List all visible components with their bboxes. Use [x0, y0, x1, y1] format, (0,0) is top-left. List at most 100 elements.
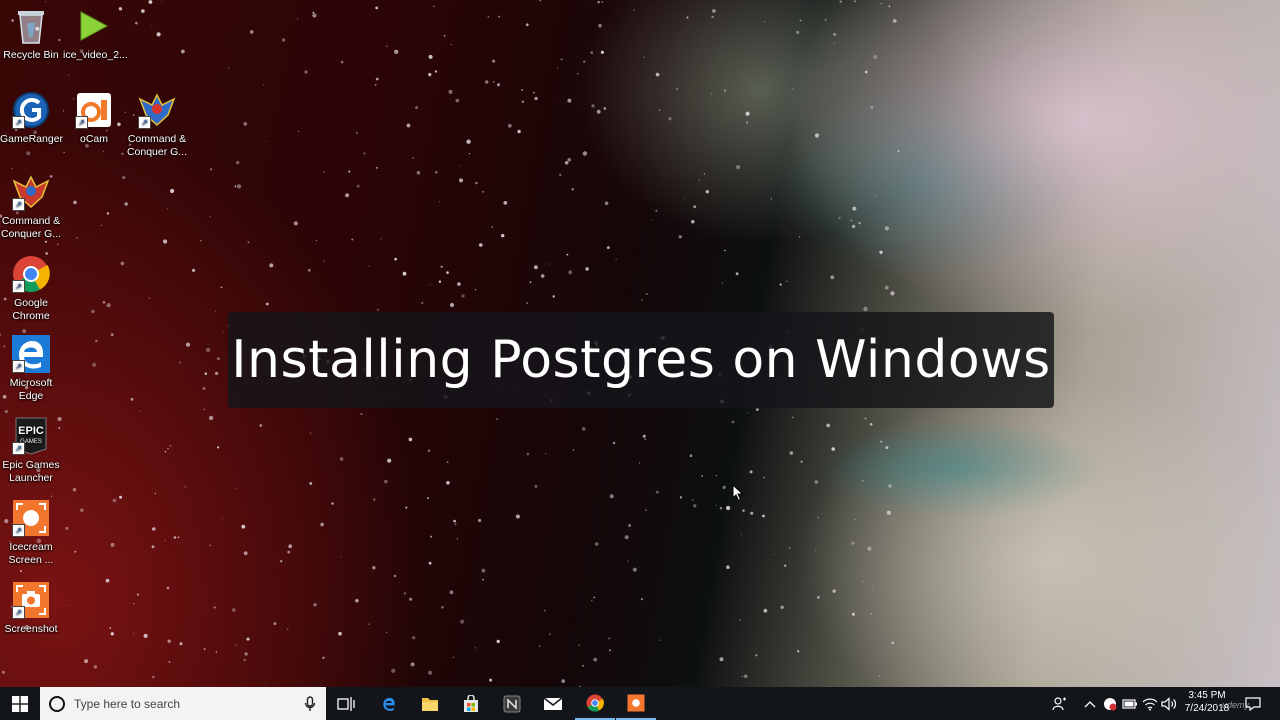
ice-speckle [455, 98, 460, 103]
ice-speckle [375, 77, 379, 81]
ice-speckle [878, 674, 881, 677]
ice-speckle [526, 23, 529, 27]
tray-battery[interactable] [1120, 687, 1140, 720]
desktop-icon-command-conquer-2[interactable]: ↗ Command & Conquer G... [0, 172, 62, 241]
ice-speckle [496, 639, 500, 644]
desktop-icon-command-conquer-1[interactable]: ↗ Command & Conquer G... [126, 90, 188, 159]
ice-speckle [533, 265, 538, 270]
microphone-icon[interactable] [304, 695, 316, 712]
ice-speckle [591, 104, 595, 108]
ice-speckle [265, 140, 267, 142]
ice-speckle [873, 55, 878, 59]
ice-speckle [200, 239, 202, 242]
tray-security[interactable] [1100, 687, 1120, 720]
start-button[interactable] [0, 687, 40, 720]
ice-speckle [628, 524, 631, 527]
ice-speckle [68, 604, 70, 606]
taskbar-store[interactable] [451, 687, 491, 720]
ice-speckle [691, 499, 694, 501]
ice-speckle [164, 450, 167, 453]
ice-speckle [160, 1, 162, 3]
taskbar-search-box[interactable]: Type here to search [40, 687, 326, 720]
ice-speckle [65, 526, 69, 531]
ice-speckle [355, 599, 359, 603]
taskbar-file-explorer[interactable] [410, 687, 450, 720]
ice-speckle [645, 293, 648, 295]
ice-speckle [106, 303, 111, 308]
tray-volume[interactable] [1159, 687, 1179, 720]
desktop-icon-recycle-bin[interactable]: Recycle Bin [0, 6, 62, 62]
ice-speckle [603, 107, 607, 110]
taskbar-chrome[interactable] [575, 687, 615, 720]
ice-speckle [360, 412, 363, 416]
ice-speckle [45, 1, 47, 3]
ice-speckle [800, 460, 803, 463]
tray-people-button[interactable] [1050, 687, 1070, 720]
ice-speckle [217, 357, 220, 360]
desktop-icon-label: ice_video_2... [63, 49, 128, 61]
ice-speckle [723, 89, 726, 92]
ice-speckle [478, 518, 482, 523]
ice-speckle [539, 645, 541, 647]
ice-speckle [323, 171, 326, 173]
ice-speckle [340, 556, 342, 558]
ice-speckle [888, 484, 892, 488]
ice-speckle [736, 165, 741, 170]
ice-speckle [92, 362, 97, 367]
desktop-icon-label: Icecream Screen ... [8, 541, 54, 566]
ice-speckle [814, 480, 819, 484]
desktop-icon-microsoft-edge[interactable]: ↗ Microsoft Edge [0, 334, 62, 403]
desktop-icon-google-chrome[interactable]: ↗ Google Chrome [0, 254, 62, 323]
taskbar-icecream[interactable] [616, 687, 656, 720]
ice-speckle [312, 11, 315, 14]
ice-speckle [792, 416, 794, 419]
ice-speckle [481, 568, 486, 573]
windows-logo-icon [12, 695, 28, 712]
taskbar-edge[interactable] [369, 687, 409, 720]
desktop-icon-gameranger[interactable]: ↗ GameRanger [0, 90, 63, 146]
command-conquer-icon: ↗ [11, 172, 51, 212]
ice-speckle [609, 649, 611, 652]
ice-speckle [130, 397, 134, 401]
ice-speckle [745, 111, 750, 116]
taskbar-mail[interactable] [533, 687, 573, 720]
ice-speckle [409, 597, 413, 601]
cortana-circle-icon [49, 695, 65, 712]
ice-speckle [164, 540, 166, 542]
ice-speckle [591, 599, 593, 602]
desktop-icon-icecream[interactable]: ↗ Icecream Screen ... [0, 498, 62, 567]
ice-speckle [339, 457, 344, 461]
ice-speckle [756, 408, 759, 411]
ice-speckle [762, 514, 765, 518]
tray-wifi[interactable] [1140, 687, 1160, 720]
ice-speckle [885, 446, 889, 450]
ice-speckle [485, 80, 489, 84]
ice-speckle [173, 536, 177, 539]
taskbar-task-view[interactable] [326, 687, 366, 720]
ice-speckle [744, 674, 748, 679]
ice-speckle [594, 542, 599, 546]
desktop-icon-ocam[interactable]: ↗ oCam [63, 90, 125, 146]
ice-speckle [67, 74, 70, 77]
tray-show-hidden-icons[interactable] [1080, 687, 1100, 720]
ice-speckle [863, 306, 868, 312]
ice-speckle [691, 220, 695, 224]
ice-speckle [167, 447, 169, 450]
ice-speckle [632, 567, 637, 572]
ice-speckle [557, 67, 559, 69]
ice-speckle [693, 205, 697, 209]
taskbar-notion[interactable] [492, 687, 532, 720]
desktop-icon-video-file[interactable]: ice_video_2... [63, 6, 128, 62]
ice-speckle [604, 201, 609, 205]
ice-speckle [440, 265, 443, 268]
ice-speckle [372, 566, 376, 570]
ice-speckle [241, 524, 246, 529]
ice-speckle [394, 49, 399, 54]
ice-speckle [615, 258, 617, 260]
ice-speckle [152, 675, 155, 679]
desktop-icon-epic-games[interactable]: EPIC GAMES ↗ Epic Games Launcher [0, 416, 62, 485]
ice-speckle [288, 544, 293, 548]
ice-speckle [102, 301, 106, 304]
ice-speckle [601, 1, 603, 3]
desktop-icon-screenshot[interactable]: ↗ Screenshot [0, 580, 62, 636]
